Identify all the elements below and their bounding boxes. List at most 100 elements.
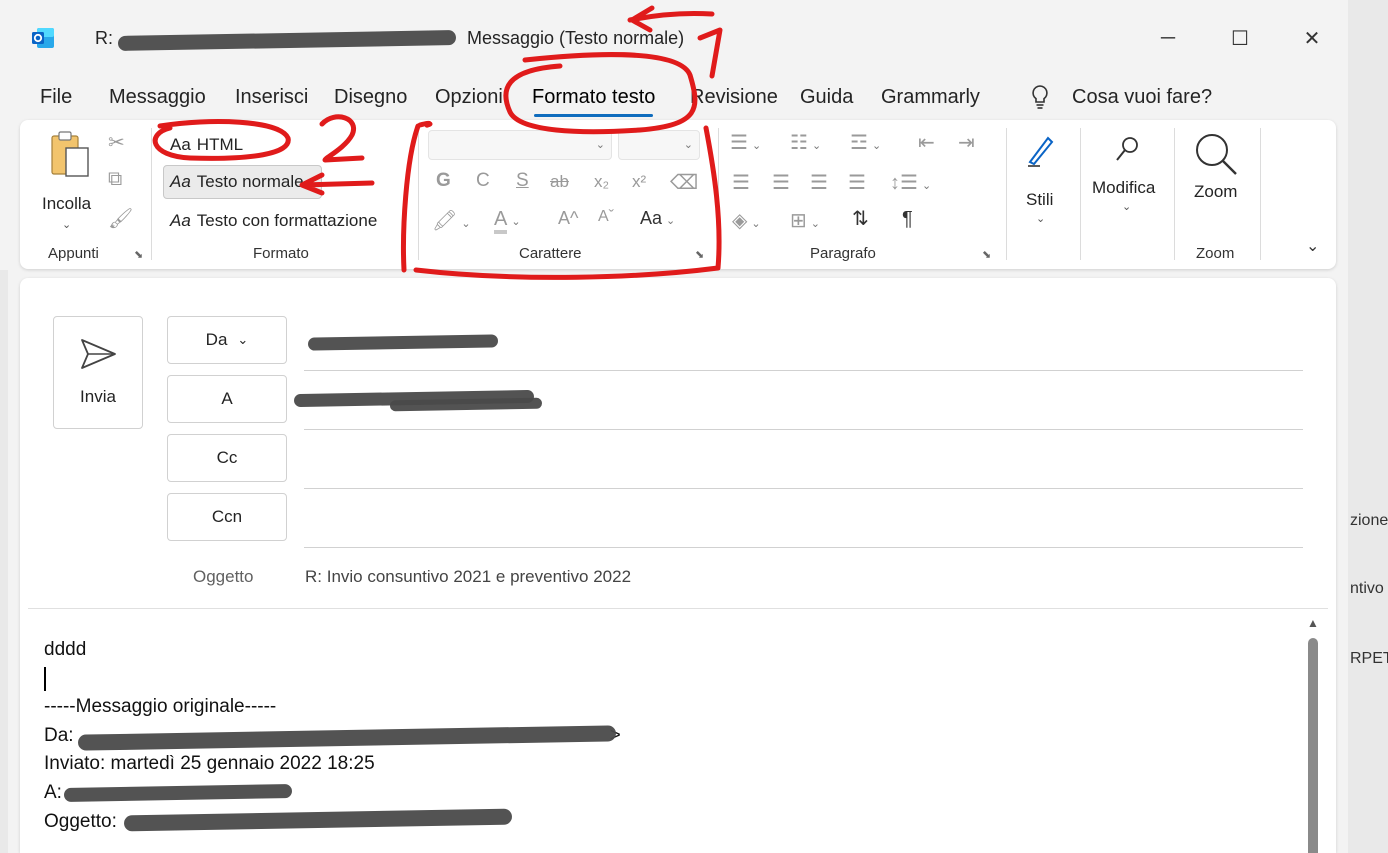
group-label-paragrafo: Paragrafo <box>810 245 876 262</box>
from-label: Da <box>205 330 228 349</box>
scroll-up-icon[interactable]: ▲ <box>1307 616 1319 630</box>
chevron-down-icon: ⌄ <box>511 216 521 228</box>
chevron-down-icon: ⌄ <box>810 218 820 230</box>
appunti-launcher-icon[interactable]: ⬊ <box>134 248 143 261</box>
clear-formatting-icon[interactable]: ⌫ <box>670 170 698 195</box>
format-plain-button[interactable]: Aa Testo normale <box>163 165 322 199</box>
group-separator <box>1006 128 1007 260</box>
cut-icon[interactable]: ✂ <box>108 130 125 155</box>
copy-icon[interactable]: ⧉ <box>108 168 122 191</box>
styles-pen-icon <box>1028 136 1054 167</box>
background-text: RPETU <box>1350 650 1388 667</box>
original-sent: Inviato: martedì 25 gennaio 2022 18:25 <box>44 753 375 775</box>
tab-file[interactable]: File <box>40 86 72 109</box>
chevron-down-icon: ⌄ <box>1036 213 1046 225</box>
align-left-icon[interactable]: ☰ <box>732 170 750 195</box>
lightbulb-icon <box>1032 85 1048 109</box>
borders-icon[interactable]: ⊞ ⌄ <box>790 208 820 233</box>
clipboard-icon <box>51 131 89 177</box>
window-title-prefix: R: <box>95 28 113 48</box>
zoom-button[interactable]: Zoom <box>1186 130 1250 230</box>
line-spacing-icon[interactable]: ↕☰ ⌄ <box>890 170 931 195</box>
sort-icon[interactable]: ⇅ <box>852 206 869 231</box>
original-subject-prefix: Oggetto: <box>44 810 117 832</box>
bold-button[interactable]: G <box>436 170 451 192</box>
zoom-label: Zoom <box>1194 182 1238 201</box>
subscript-button[interactable]: x₂ <box>594 172 609 192</box>
from-button[interactable]: Da ⌄ <box>167 316 287 364</box>
to-button[interactable]: A <box>167 375 287 423</box>
background-text: zione <box>1350 512 1388 529</box>
scrollbar-thumb[interactable] <box>1308 638 1318 853</box>
group-label-appunti: Appunti <box>48 245 99 262</box>
original-from-prefix: Da: <box>44 724 74 746</box>
maximize-button[interactable]: ☐ <box>1220 20 1260 56</box>
pilcrow-button[interactable]: ¶ <box>902 208 913 231</box>
font-size-combo[interactable]: ⌄ <box>618 130 700 160</box>
justify-icon[interactable]: ☰ <box>848 170 866 195</box>
change-case-button[interactable]: Aa ⌄ <box>640 208 675 229</box>
background-window-left <box>0 270 8 853</box>
format-painter-icon[interactable]: 🖌 <box>108 206 133 231</box>
ribbon-collapse-icon[interactable]: ⌄ <box>1306 236 1319 256</box>
format-rich-button[interactable]: Aa Testo con formattazione <box>164 208 383 234</box>
tab-messaggio[interactable]: Messaggio <box>109 86 206 109</box>
tab-revisione[interactable]: Revisione <box>690 86 778 109</box>
scrollbar[interactable]: ▲ <box>1304 616 1322 853</box>
font-name-combo[interactable]: ⌄ <box>428 130 612 160</box>
superscript-button[interactable]: x² <box>632 172 646 192</box>
increase-indent-icon[interactable]: ⇥ <box>958 130 975 155</box>
tab-guida[interactable]: Guida <box>800 86 853 109</box>
original-separator: -----Messaggio originale----- <box>44 696 277 718</box>
bcc-button[interactable]: Ccn <box>167 493 287 541</box>
format-icon: Aa <box>170 172 191 191</box>
group-separator <box>1080 128 1081 260</box>
shading-icon[interactable]: ◈ ⌄ <box>732 208 761 233</box>
tab-inserisci[interactable]: Inserisci <box>235 86 308 109</box>
paragrafo-launcher-icon[interactable]: ⬊ <box>982 248 991 261</box>
close-button[interactable]: ✕ <box>1292 20 1332 56</box>
strikethrough-button[interactable]: ab <box>550 172 569 192</box>
decrease-indent-icon[interactable]: ⇤ <box>918 130 935 155</box>
title-bar: R: Messaggio (Testo normale) ─ ☐ ✕ <box>0 0 1348 76</box>
highlight-icon[interactable]: 🖍 ⌄ <box>432 208 471 233</box>
tab-grammarly[interactable]: Grammarly <box>881 86 980 109</box>
tab-formato-testo[interactable]: Formato testo <box>532 86 655 117</box>
background-window: zione ntivo RPETU <box>1348 0 1388 853</box>
editing-label: Modifica <box>1092 178 1156 197</box>
cc-button[interactable]: Cc <box>167 434 287 482</box>
numbering-icon[interactable]: ☷ ⌄ <box>790 130 821 155</box>
styles-button[interactable]: Stili ⌄ <box>1016 130 1068 230</box>
search-icon <box>1116 137 1138 161</box>
align-center-icon[interactable]: ☰ <box>772 170 790 195</box>
send-label: Invia <box>80 387 116 406</box>
font-color-button[interactable]: A ⌄ <box>494 208 521 234</box>
chevron-down-icon: ⌄ <box>595 139 605 151</box>
italic-button[interactable]: C <box>476 170 490 192</box>
format-html-button[interactable]: Aa HTML <box>164 132 249 158</box>
send-button[interactable]: Invia <box>53 316 143 429</box>
chevron-down-icon: ⌄ <box>683 139 693 151</box>
bullets-icon[interactable]: ☰ ⌄ <box>730 130 761 155</box>
tab-disegno[interactable]: Disegno <box>334 86 407 109</box>
align-right-icon[interactable]: ☰ <box>810 170 828 195</box>
chevron-down-icon: ⌄ <box>62 219 72 231</box>
tab-opzioni[interactable]: Opzioni <box>435 86 503 109</box>
minimize-button[interactable]: ─ <box>1148 20 1188 56</box>
underline-button[interactable]: S <box>516 170 529 192</box>
paste-label: Incolla <box>42 194 92 213</box>
editing-button[interactable]: Modifica ⌄ <box>1090 130 1170 230</box>
field-divider <box>304 547 1303 548</box>
subject-input[interactable]: R: Invio consuntivo 2021 e preventivo 20… <box>305 567 631 587</box>
shrink-font-button[interactable]: Aˇ <box>598 208 614 226</box>
paste-button[interactable]: Incolla ⌄ <box>40 130 98 231</box>
ribbon-tabs: File Messaggio Inserisci Disegno Opzioni… <box>0 78 1348 118</box>
field-divider <box>304 370 1303 371</box>
format-icon: Aa <box>170 135 191 154</box>
chevron-down-icon: ⌄ <box>461 218 471 230</box>
carattere-launcher-icon[interactable]: ⬊ <box>695 248 704 261</box>
grow-font-button[interactable]: A^ <box>558 208 578 229</box>
multilevel-list-icon[interactable]: ☲ ⌄ <box>850 130 881 155</box>
ribbon: Incolla ⌄ ✂ ⧉ 🖌 Appunti ⬊ Aa HTML Aa Tes… <box>20 120 1336 269</box>
outlook-logo-icon <box>32 28 54 48</box>
